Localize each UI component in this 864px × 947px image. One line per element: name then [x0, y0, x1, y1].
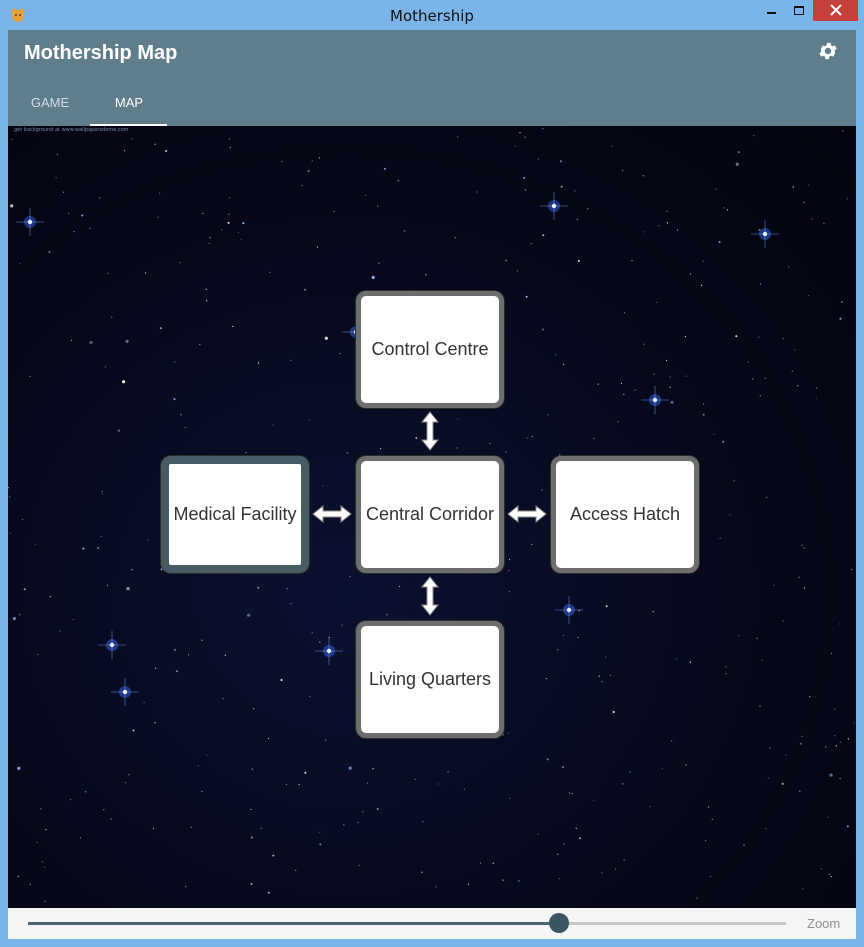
page-title: Mothership Map [24, 42, 178, 64]
zoom-slider[interactable] [28, 913, 786, 933]
room-medical-facility[interactable]: Medical Facility [161, 456, 309, 573]
background-credit: get background at www.wallpapersdome.com [14, 127, 129, 133]
app-window: Mothership Map GAME MAP get background a… [8, 30, 856, 939]
window-title: Mothership [390, 7, 474, 25]
zoom-slider-thumb[interactable] [548, 913, 569, 933]
zoom-bar: Zoom [8, 908, 856, 939]
arrow-central-living [420, 576, 440, 616]
room-access-hatch[interactable]: Access Hatch [551, 456, 699, 573]
zoom-label: Zoom [807, 916, 841, 931]
tab-map[interactable]: MAP [89, 87, 169, 126]
map-canvas[interactable]: get background at www.wallpapersdome.com… [8, 126, 856, 908]
maximize-button[interactable] [785, 0, 813, 21]
arrow-control-central [420, 411, 440, 451]
zoom-slider-fill [28, 922, 559, 925]
window-titlebar: Mothership [0, 0, 864, 30]
arrow-central-access [507, 504, 547, 524]
arrow-medical-central [312, 504, 352, 524]
room-central-corridor[interactable]: Central Corridor [356, 456, 504, 573]
room-living-quarters[interactable]: Living Quarters [356, 621, 504, 738]
minimize-button[interactable] [757, 0, 785, 21]
room-control-centre[interactable]: Control Centre [356, 291, 504, 408]
close-button[interactable] [813, 0, 858, 21]
app-toolbar: Mothership Map GAME MAP [8, 30, 856, 126]
tab-game[interactable]: GAME [10, 87, 90, 126]
gear-icon[interactable] [817, 40, 839, 62]
close-icon [830, 4, 842, 16]
